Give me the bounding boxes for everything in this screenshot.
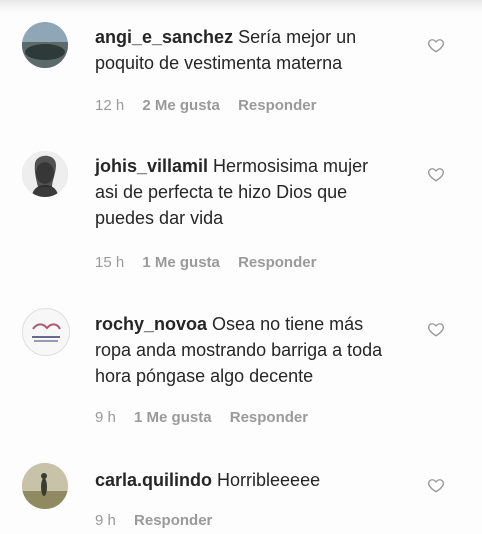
comment-time: 9 h [95, 512, 116, 529]
top-edge-shadow [0, 0, 482, 12]
avatar[interactable] [22, 22, 68, 68]
avatar[interactable] [22, 463, 68, 509]
heart-outline-icon[interactable] [427, 36, 445, 54]
comment-time: 12 h [95, 97, 125, 114]
comment-meta: 9 h 1 Me gusta Responder [95, 409, 322, 426]
heart-outline-icon[interactable] [427, 165, 445, 183]
comment-likes-count[interactable]: 1 Me gusta [134, 409, 212, 426]
comment-meta: 12 h 2 Me gusta Responder [95, 97, 330, 114]
reply-button[interactable]: Responder [238, 97, 316, 114]
comment-username[interactable]: rochy_novoa [95, 314, 207, 334]
avatar[interactable] [22, 308, 70, 356]
comment-body: Horribleeeee [217, 470, 321, 490]
comment-username[interactable]: angi_e_sanchez [95, 27, 233, 47]
comment-username[interactable]: johis_villamil [95, 156, 208, 176]
comment-likes-count[interactable]: 1 Me gusta [142, 254, 220, 271]
comment-likes-count[interactable]: 2 Me gusta [142, 97, 220, 114]
comment-meta: 15 h 1 Me gusta Responder [95, 254, 330, 271]
comment-time: 15 h [95, 254, 125, 271]
comment-text-block: johis_villamil Hermosisima mujer asi de p… [95, 153, 395, 231]
reply-button[interactable]: Responder [134, 512, 212, 529]
comment-text-block: angi_e_sanchez Sería mejor un poquito de … [95, 24, 395, 76]
comment-text-block: rochy_novoa Osea no tiene más ropa anda m… [95, 311, 395, 389]
reply-button[interactable]: Responder [230, 409, 308, 426]
comment-text-block: carla.quilindo Horribleeeee [95, 467, 395, 493]
comment-time: 9 h [95, 409, 116, 426]
avatar[interactable] [22, 151, 68, 197]
comment-meta: 9 h Responder [95, 512, 226, 529]
reply-button[interactable]: Responder [238, 254, 316, 271]
comment-username[interactable]: carla.quilindo [95, 470, 212, 490]
heart-outline-icon[interactable] [427, 476, 445, 494]
heart-outline-icon[interactable] [427, 320, 445, 338]
